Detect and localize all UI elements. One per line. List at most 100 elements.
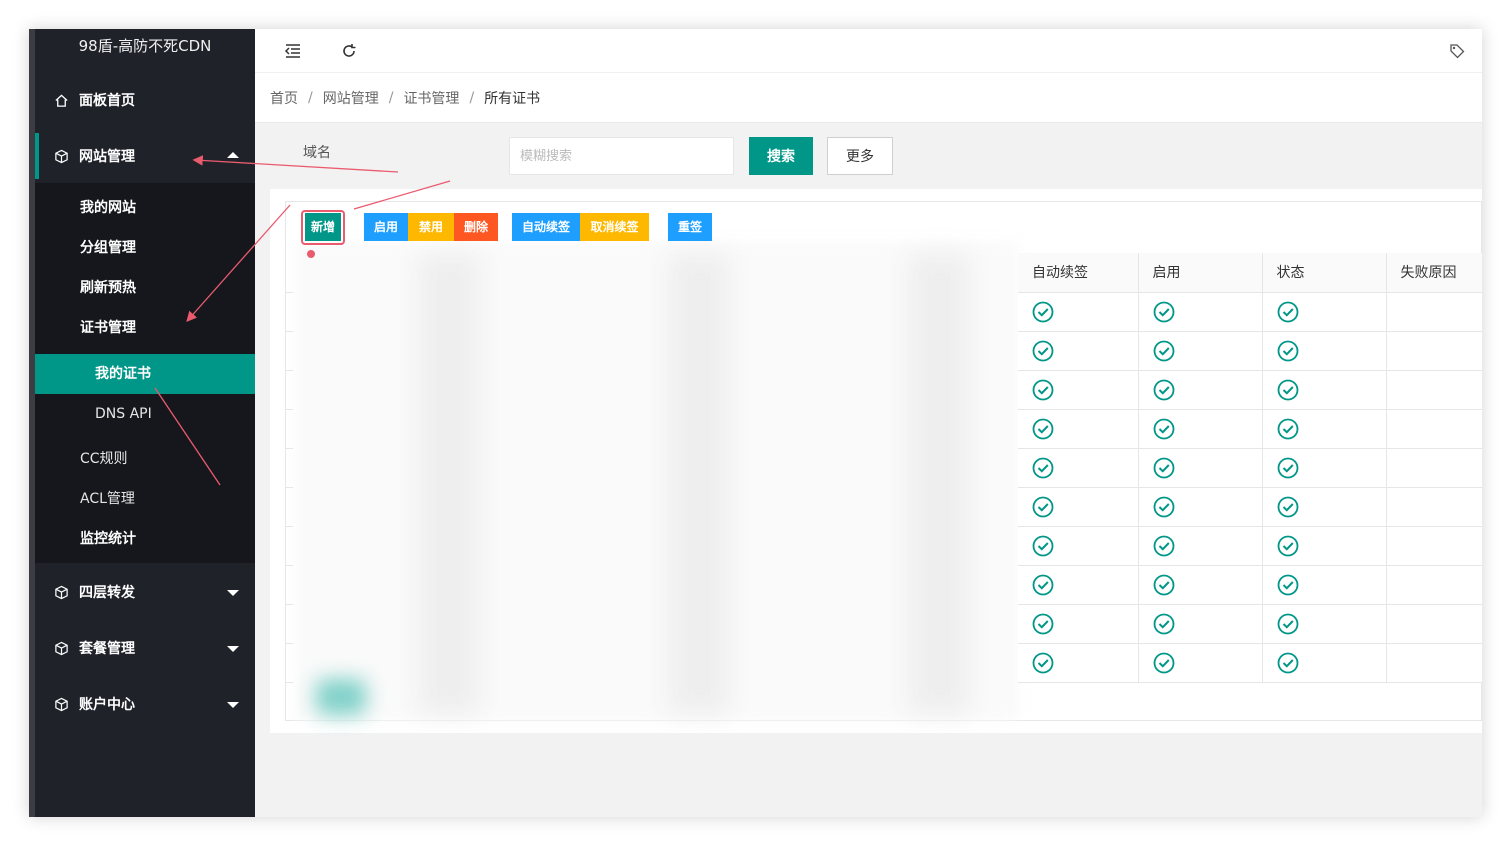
disable-button[interactable]: 禁用	[408, 213, 454, 241]
sidebar-item-refresh[interactable]: 刷新预热	[35, 268, 255, 308]
domain-search-input[interactable]	[509, 137, 734, 175]
enabled-status-check-icon	[1153, 613, 1175, 635]
table-cell	[1138, 604, 1263, 644]
breadcrumb-separator: /	[469, 89, 475, 106]
cert-status-check-icon	[1277, 574, 1299, 596]
sidebar-item-group[interactable]: 分组管理	[35, 228, 255, 268]
chevron-down-icon	[227, 702, 239, 708]
table-cell	[1138, 448, 1263, 488]
breadcrumb-separator: /	[308, 89, 313, 106]
breadcrumb-cert-management[interactable]: 证书管理	[403, 88, 459, 108]
column-header-fail-reason[interactable]: 失败原因	[1386, 253, 1482, 293]
domain-label: 域名	[303, 145, 331, 161]
column-header-status[interactable]: 状态	[1262, 253, 1387, 293]
table-cell	[1138, 643, 1263, 683]
fail-reason-cell	[1386, 487, 1482, 527]
sidebar-item-my-cert[interactable]: 我的证书	[35, 354, 255, 394]
top-header	[255, 29, 1482, 73]
breadcrumb-home[interactable]: 首页	[270, 88, 298, 108]
table-cell	[1262, 331, 1387, 371]
table-cell	[1262, 292, 1387, 332]
cert-status-check-icon	[1277, 652, 1299, 674]
enabled-status-check-icon	[1153, 535, 1175, 557]
fail-reason-cell	[1386, 526, 1482, 566]
column-header-auto-renew[interactable]: 自动续签	[1018, 253, 1139, 293]
breadcrumb-site-management[interactable]: 网站管理	[323, 88, 379, 108]
table-row	[1018, 331, 1482, 371]
chevron-up-icon	[227, 152, 239, 158]
more-button[interactable]: 更多	[827, 137, 893, 175]
table-cell	[1138, 565, 1263, 605]
blurred-column	[909, 254, 969, 714]
row-divider	[285, 526, 293, 527]
sidebar-item-label: 面板首页	[79, 93, 135, 109]
table-cell	[1018, 331, 1139, 371]
table-row	[1018, 370, 1482, 410]
column-header-enabled[interactable]: 启用	[1138, 253, 1263, 293]
cancel-renew-button[interactable]: 取消续签	[580, 213, 649, 241]
table-cell	[1262, 604, 1387, 644]
sidebar-item-package[interactable]: 套餐管理	[35, 625, 255, 671]
collapse-menu-button[interactable]	[279, 37, 307, 65]
sidebar-item-l4-forward[interactable]: 四层转发	[35, 569, 255, 615]
chevron-down-icon	[227, 590, 239, 596]
row-divider	[285, 448, 293, 449]
blurred-column	[419, 254, 479, 714]
sidebar-item-site-management[interactable]: 网站管理	[35, 133, 255, 179]
fail-reason-cell	[1386, 565, 1482, 605]
resign-button[interactable]: 重签	[668, 213, 712, 241]
home-icon	[53, 92, 69, 108]
sidebar-item-my-site[interactable]: 我的网站	[35, 188, 255, 228]
cube-icon	[53, 584, 69, 600]
table-body	[1018, 292, 1482, 683]
sidebar-item-label: 监控统计	[80, 531, 136, 547]
auto-renew-status-check-icon	[1032, 574, 1054, 596]
sidebar-item-label: 网站管理	[79, 149, 135, 165]
table-row	[1018, 604, 1482, 644]
auto-renew-status-check-icon	[1032, 457, 1054, 479]
table-cell	[1018, 526, 1139, 566]
row-divider	[285, 604, 293, 605]
cube-icon	[53, 640, 69, 656]
search-button[interactable]: 搜索	[749, 137, 813, 175]
table-cell	[1018, 409, 1139, 449]
table-header-row: 自动续签 启用 状态 失败原因	[1018, 253, 1482, 293]
row-divider	[285, 487, 293, 488]
refresh-button[interactable]	[335, 37, 363, 65]
enabled-status-check-icon	[1153, 379, 1175, 401]
app-logo-title: 98盾-高防不死CDN	[78, 37, 212, 55]
table-row	[1018, 643, 1482, 683]
cert-status-check-icon	[1277, 535, 1299, 557]
sidebar-item-label: 证书管理	[80, 320, 136, 336]
sidebar-item-home[interactable]: 面板首页	[35, 77, 255, 123]
sidebar: 98盾-高防不死CDN 面板首页 网站管理 我的网站 分组管理 刷新预热 证书管…	[29, 29, 255, 817]
table-cell	[1262, 487, 1387, 527]
auto-renew-status-check-icon	[1032, 613, 1054, 635]
sidebar-item-acl[interactable]: ACL管理	[35, 479, 255, 519]
table-cell	[1018, 487, 1139, 527]
enabled-status-check-icon	[1153, 457, 1175, 479]
tag-button[interactable]	[1443, 37, 1471, 65]
cert-table: 自动续签 启用 状态 失败原因	[1018, 253, 1482, 683]
table-cell	[1262, 565, 1387, 605]
app-window: 98盾-高防不死CDN 面板首页 网站管理 我的网站 分组管理 刷新预热 证书管…	[29, 29, 1482, 817]
auto-renew-status-check-icon	[1032, 379, 1054, 401]
sidebar-item-cc-rules[interactable]: CC规则	[35, 439, 255, 479]
sidebar-item-account[interactable]: 账户中心	[35, 681, 255, 727]
table-cell	[1262, 448, 1387, 488]
table-cell	[1018, 643, 1139, 683]
annotation-dot	[307, 250, 315, 258]
fail-reason-cell	[1386, 448, 1482, 488]
row-divider	[285, 409, 293, 410]
cert-status-check-icon	[1277, 457, 1299, 479]
auto-renew-status-check-icon	[1032, 535, 1054, 557]
sidebar-item-label: 四层转发	[79, 585, 135, 601]
enable-button[interactable]: 启用	[364, 213, 408, 241]
refresh-icon	[343, 44, 356, 57]
sidebar-item-cert-management[interactable]: 证书管理	[35, 308, 255, 348]
table-row	[1018, 487, 1482, 527]
sidebar-item-dns-api[interactable]: DNS API	[35, 394, 255, 434]
sidebar-item-monitor[interactable]: 监控统计	[35, 519, 255, 559]
delete-button[interactable]: 删除	[454, 213, 498, 241]
auto-renew-button[interactable]: 自动续签	[512, 213, 580, 241]
